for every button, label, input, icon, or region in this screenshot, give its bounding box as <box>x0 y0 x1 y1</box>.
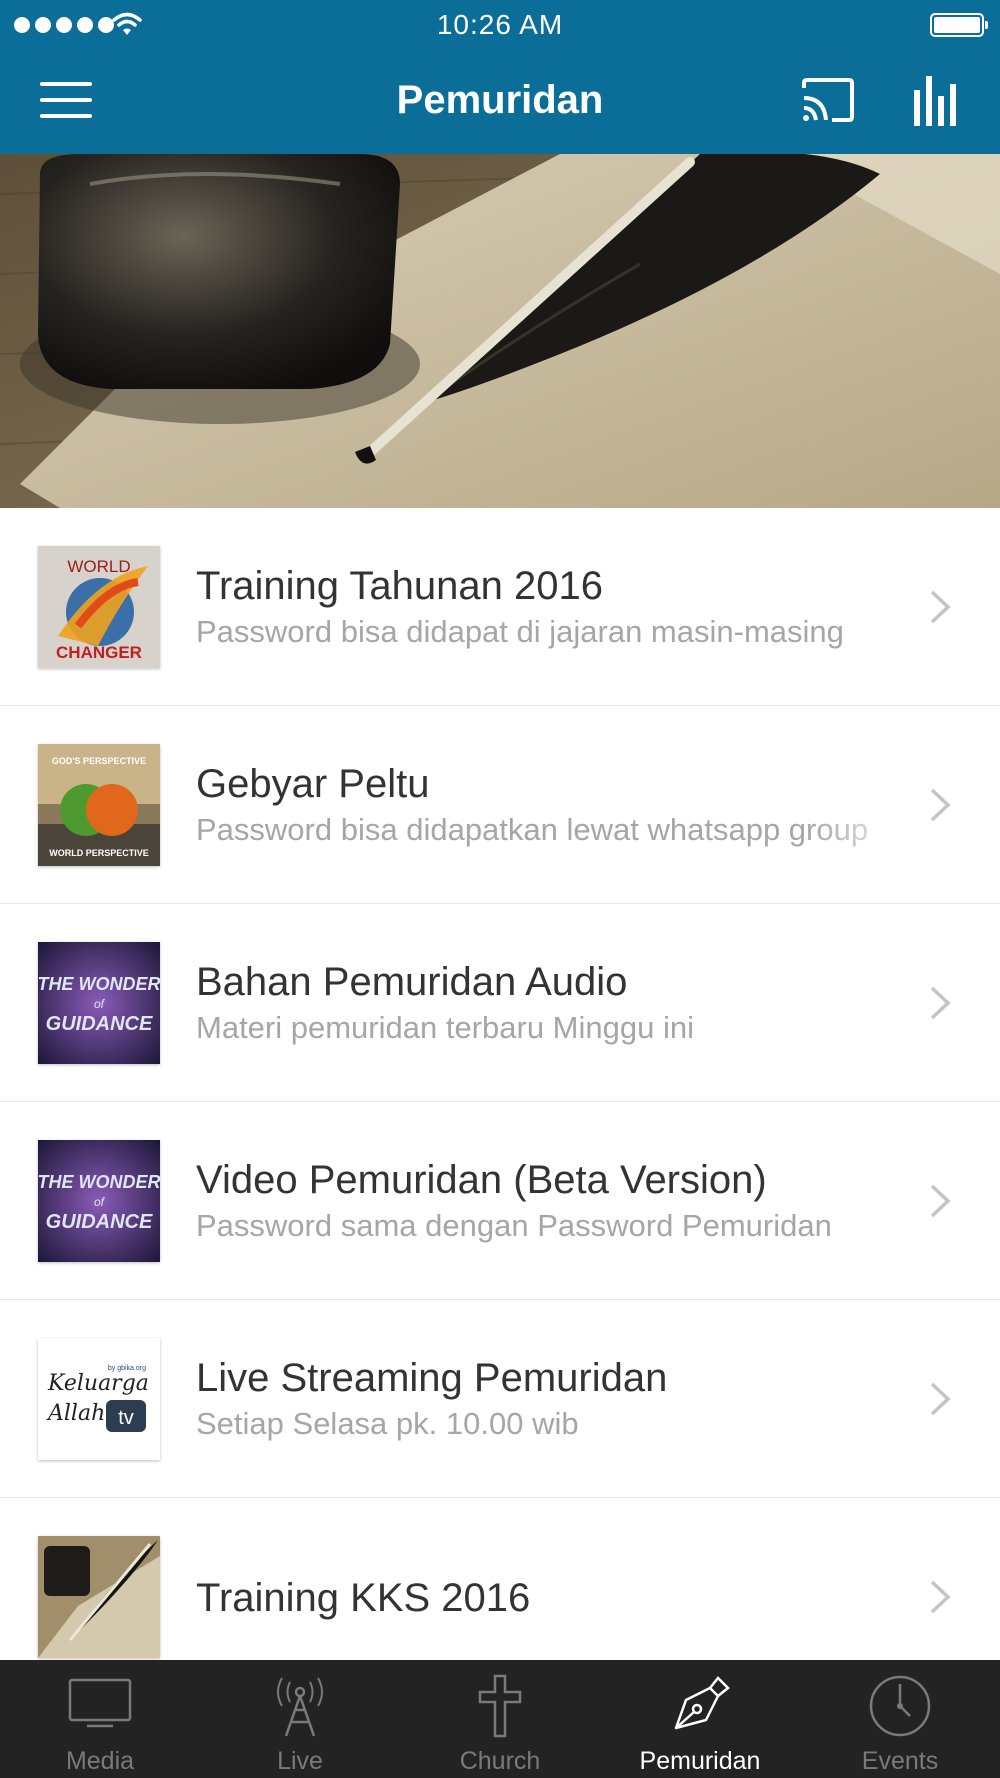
cast-icon[interactable] <box>800 76 856 124</box>
tab-label: Events <box>861 1747 939 1775</box>
item-title: Gebyar Peltu <box>196 762 430 806</box>
item-thumbnail: WORLD CHANGER <box>38 546 160 668</box>
thumb-text-top: THE WONDER <box>38 974 160 994</box>
nav-bar: Pemuridan <box>0 50 1000 154</box>
item-subtitle: Materi pemuridan terbaru Minggu ini <box>196 1010 694 1045</box>
thumb-text-top: Keluarga <box>47 1371 149 1396</box>
list-item[interactable]: THE WONDER of GUIDANCE Bahan Pemuridan A… <box>0 904 1000 1102</box>
item-thumbnail: by gbika.org Keluarga Allah tv <box>38 1338 160 1460</box>
thumb-text-top: WORLD <box>67 557 130 576</box>
item-thumbnail <box>38 1536 160 1658</box>
list-item[interactable]: Training KKS 2016 <box>0 1498 1000 1660</box>
status-bar: 10:26 AM <box>0 0 1000 50</box>
item-subtitle: Setiap Selasa pk. 10.00 wib <box>196 1406 579 1441</box>
chevron-right-icon <box>930 590 951 624</box>
thumb-text-top: GOD'S PERSPECTIVE <box>52 756 146 766</box>
list-item[interactable]: GOD'S PERSPECTIVE WORLD PERSPECTIVE Geby… <box>0 706 1000 904</box>
item-title: Training KKS 2016 <box>196 1576 531 1620</box>
stats-icon[interactable] <box>912 74 960 126</box>
thumb-text-mid: of <box>94 997 106 1011</box>
item-thumbnail: GOD'S PERSPECTIVE WORLD PERSPECTIVE <box>38 744 160 866</box>
content-list: WORLD CHANGER Training Tahunan 2016 Pass… <box>0 508 1000 1660</box>
antenna-icon <box>277 1677 323 1737</box>
tab-label: Church <box>459 1747 541 1775</box>
pen-icon <box>674 1676 730 1730</box>
battery-icon <box>930 13 988 37</box>
list-item[interactable]: THE WONDER of GUIDANCE Video Pemuridan (… <box>0 1102 1000 1300</box>
chevron-right-icon <box>930 788 951 822</box>
clock-icon <box>869 1675 931 1737</box>
list-item[interactable]: WORLD CHANGER Training Tahunan 2016 Pass… <box>0 508 1000 706</box>
thumb-text-bottom: CHANGER <box>56 643 142 662</box>
tv-icon <box>68 1678 132 1728</box>
thumb-text-bottom: GUIDANCE <box>46 1211 153 1233</box>
tab-bar: Media Live Church Pemuridan Events <box>0 1660 1000 1778</box>
thumb-text-bottom: Allah <box>46 1401 105 1426</box>
item-subtitle: Password sama dengan Password Pemuridan <box>196 1208 832 1243</box>
tab-church[interactable]: Church <box>400 1660 600 1778</box>
app-header: 10:26 AM Pemuridan <box>0 0 1000 154</box>
item-title: Live Streaming Pemuridan <box>196 1356 668 1400</box>
item-title: Video Pemuridan (Beta Version) <box>196 1158 767 1202</box>
thumb-text-top: THE WONDER <box>38 1172 160 1192</box>
item-title: Training Tahunan 2016 <box>196 564 603 608</box>
tab-pemuridan[interactable]: Pemuridan <box>600 1660 800 1778</box>
item-subtitle: Password bisa didapat di jajaran masin-m… <box>196 614 844 649</box>
chevron-right-icon <box>930 1580 951 1614</box>
thumb-text-tv: tv <box>118 1407 134 1429</box>
hero-image <box>0 154 1000 508</box>
tab-events[interactable]: Events <box>800 1660 1000 1778</box>
status-time: 10:26 AM <box>436 9 564 40</box>
item-subtitle: Password bisa didapatkan lewat whatsapp … <box>196 812 869 847</box>
list-item[interactable]: by gbika.org Keluarga Allah tv Live Stre… <box>0 1300 1000 1498</box>
tab-media[interactable]: Media <box>0 1660 200 1778</box>
tab-live[interactable]: Live <box>200 1660 400 1778</box>
tab-label: Live <box>277 1747 323 1775</box>
thumb-text-mid: of <box>94 1195 106 1209</box>
cross-icon <box>478 1674 522 1738</box>
chevron-right-icon <box>930 1184 951 1218</box>
thumb-text-bottom: GUIDANCE <box>46 1013 153 1035</box>
tab-label: Pemuridan <box>639 1747 761 1775</box>
tab-label: Media <box>65 1747 135 1775</box>
chevron-right-icon <box>930 1382 951 1416</box>
thumb-text-bottom: WORLD PERSPECTIVE <box>49 848 149 858</box>
item-thumbnail: THE WONDER of GUIDANCE <box>38 1140 160 1262</box>
item-thumbnail: THE WONDER of GUIDANCE <box>38 942 160 1064</box>
chevron-right-icon <box>930 986 951 1020</box>
item-title: Bahan Pemuridan Audio <box>196 960 628 1004</box>
